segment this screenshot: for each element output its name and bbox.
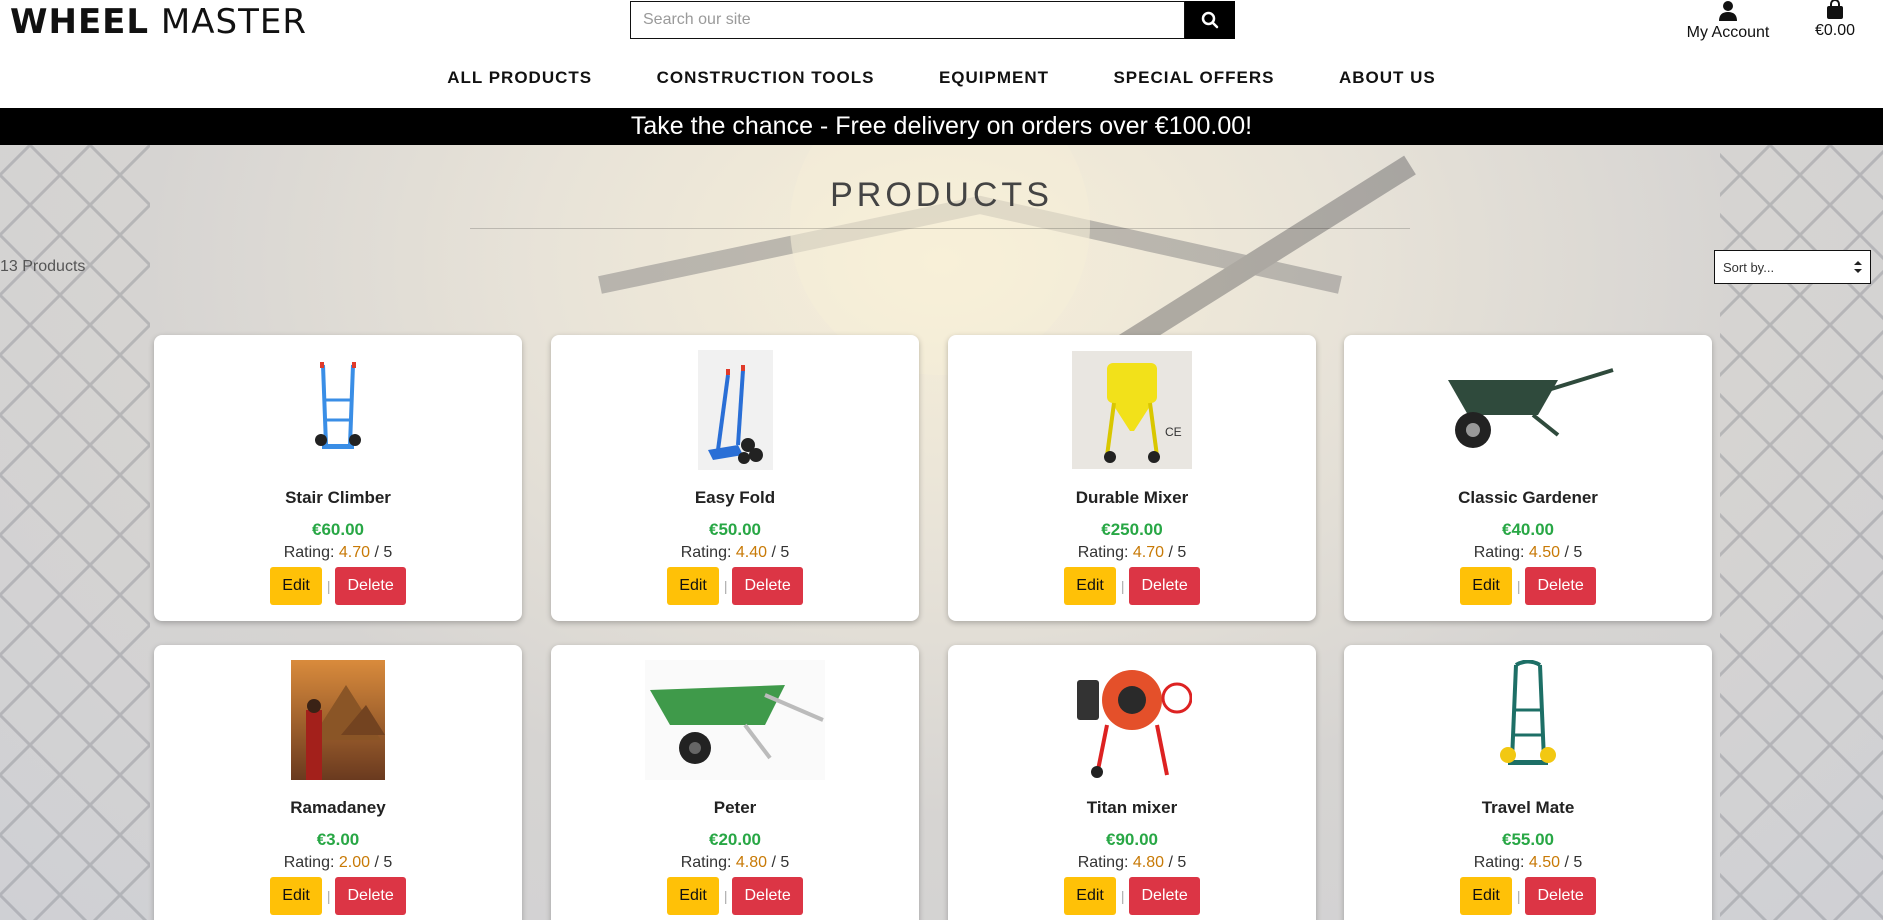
product-rating: Rating: 4.70 / 5 [1077,544,1187,561]
sort-arrows-icon [1854,261,1862,273]
edit-button[interactable]: Edit [270,567,322,605]
button-separator: | [723,888,728,904]
delete-button[interactable]: Delete [1525,567,1596,605]
logo[interactable]: WHEEL MASTER [10,2,307,42]
product-name: Titan mixer [1086,798,1178,817]
product-image-stair-trolley[interactable] [675,350,795,470]
edit-button[interactable]: Edit [667,567,719,605]
nav-special-offers[interactable]: SPECIAL OFFERS [1113,68,1274,88]
button-separator: | [326,888,331,904]
product-card[interactable]: Easy Fold €50.00 Rating: 4.40 / 5 Edit |… [551,335,919,621]
svg-text:CE: CE [1165,425,1182,439]
product-name: Travel Mate [1481,798,1575,817]
product-image-hand-truck[interactable] [278,350,398,470]
nav-construction-tools[interactable]: CONSTRUCTION TOOLS [657,68,875,88]
search-icon [1201,11,1219,29]
delete-button[interactable]: Delete [1129,567,1200,605]
product-card[interactable]: Travel Mate €55.00 Rating: 4.50 / 5 Edit… [1344,645,1712,920]
product-name: Peter [713,798,757,817]
product-price: €3.00 [316,830,360,849]
search-input[interactable] [630,1,1185,39]
delete-button[interactable]: Delete [335,567,406,605]
button-separator: | [1120,578,1125,594]
site-header: WHEEL MASTER My Account €0.00 ALL PRODUC… [0,0,1883,108]
product-image-wheelbarrow-green[interactable] [645,660,825,780]
product-rating: Rating: 4.80 / 5 [1077,854,1187,871]
page-title: PRODUCTS [830,176,1053,214]
product-image-hand-truck-teal[interactable] [1468,660,1588,780]
edit-button[interactable]: Edit [1460,877,1512,915]
delete-button[interactable]: Delete [1129,877,1200,915]
products-section: PRODUCTS 13 Products Sort by... Stair Cl… [0,145,1883,920]
edit-button[interactable]: Edit [1064,567,1116,605]
shopping-bag-icon [1827,0,1843,19]
product-name: Stair Climber [285,488,391,507]
account-label: My Account [1686,24,1770,41]
edit-button[interactable]: Edit [1064,877,1116,915]
product-image-wheelbarrow[interactable] [1438,350,1618,470]
button-separator: | [1120,888,1125,904]
product-card[interactable]: Stair Climber €60.00 Rating: 4.70 / 5 Ed… [154,335,522,621]
button-separator: | [1516,888,1521,904]
edit-button[interactable]: Edit [270,877,322,915]
product-card[interactable]: CE Durable Mixer €250.00 Rating: 4.70 / … [948,335,1316,621]
product-price: €20.00 [709,830,761,849]
nav-about-us[interactable]: ABOUT US [1339,68,1436,88]
user-icon [1719,1,1737,21]
product-name: Classic Gardener [1458,488,1598,507]
product-price: €50.00 [709,520,761,539]
product-rating: Rating: 4.80 / 5 [680,854,790,871]
product-image-painting[interactable] [278,660,398,780]
sort-select[interactable]: Sort by... [1714,250,1871,284]
search-bar [630,1,1235,39]
title-divider [470,228,1410,229]
cart-link[interactable]: €0.00 [1810,0,1860,40]
my-account-link[interactable]: My Account [1682,0,1774,42]
product-price: €250.00 [1101,520,1163,539]
product-card[interactable]: Titan mixer €90.00 Rating: 4.80 / 5 Edit… [948,645,1316,920]
product-name: Easy Fold [694,488,776,507]
nav-all-products[interactable]: ALL PRODUCTS [447,68,592,88]
product-card[interactable]: Classic Gardener €40.00 Rating: 4.50 / 5… [1344,335,1712,621]
product-price: €55.00 [1502,830,1554,849]
product-rating: Rating: 2.00 / 5 [283,854,393,871]
product-image-yellow-mixer[interactable]: CE [1072,350,1192,470]
cart-total: €0.00 [1814,22,1856,39]
button-separator: | [1516,578,1521,594]
product-price: €90.00 [1106,830,1158,849]
logo-light: MASTER [160,2,307,42]
product-name: Ramadaney [290,798,386,817]
edit-button[interactable]: Edit [1460,567,1512,605]
sort-label: Sort by... [1723,259,1775,275]
product-card[interactable]: Peter €20.00 Rating: 4.80 / 5 Edit | Del… [551,645,919,920]
product-rating: Rating: 4.40 / 5 [680,544,790,561]
delete-button[interactable]: Delete [1525,877,1596,915]
logo-bold: WHEEL [10,2,150,42]
delete-button[interactable]: Delete [335,877,406,915]
edit-button[interactable]: Edit [667,877,719,915]
delete-button[interactable]: Delete [732,567,803,605]
product-price: €40.00 [1502,520,1554,539]
product-price: €60.00 [312,520,364,539]
nav-equipment[interactable]: EQUIPMENT [939,68,1049,88]
product-image-cement-mixer[interactable] [1072,660,1192,780]
delivery-banner: Take the chance - Free delivery on order… [0,108,1883,145]
search-button[interactable] [1185,1,1235,39]
product-rating: Rating: 4.70 / 5 [283,544,393,561]
delete-button[interactable]: Delete [732,877,803,915]
main-nav: ALL PRODUCTS CONSTRUCTION TOOLS EQUIPMEN… [0,68,1883,88]
button-separator: | [723,578,728,594]
product-count: 13 Products [0,258,86,275]
product-card[interactable]: Ramadaney €3.00 Rating: 2.00 / 5 Edit | … [154,645,522,920]
product-name: Durable Mixer [1075,488,1189,507]
product-rating: Rating: 4.50 / 5 [1473,854,1583,871]
product-rating: Rating: 4.50 / 5 [1473,544,1583,561]
button-separator: | [326,578,331,594]
